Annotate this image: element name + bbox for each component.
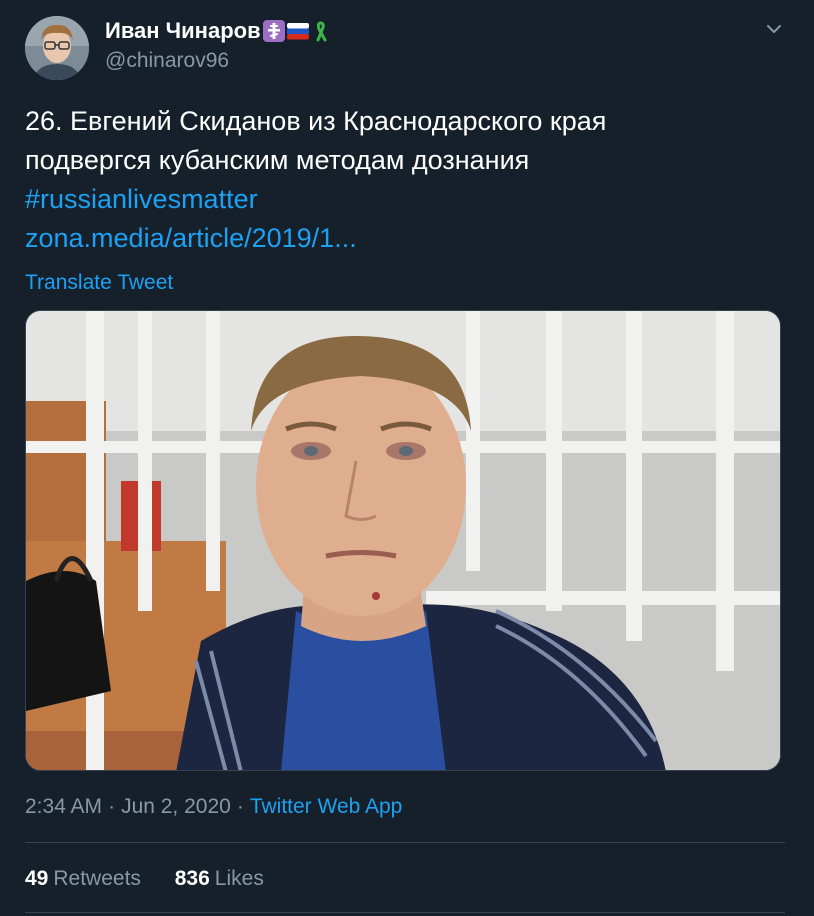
retweets-label: Retweets (53, 867, 141, 890)
tweet-source-link[interactable]: Twitter Web App (250, 795, 403, 818)
tweet-text-line: 26. Евгений Скиданов из Краснодарского к… (25, 106, 607, 136)
retweets-stat[interactable]: 49 Retweets (25, 867, 141, 890)
hashtag-link[interactable]: #russianlivesmatter (25, 180, 785, 219)
likes-count: 836 (174, 867, 210, 890)
author-handle[interactable]: @chinarov96 (105, 46, 333, 76)
tweet-photo[interactable] (25, 310, 781, 771)
divider (25, 842, 785, 843)
article-link[interactable]: zona.media/article/2019/1... (25, 219, 785, 258)
tweet-text-line: подвергся кубанским методам дознания (25, 145, 530, 175)
likes-label: Likes (214, 867, 264, 890)
author-name-row[interactable]: Иван Чинаров (105, 16, 333, 46)
retweets-count: 49 (25, 867, 49, 890)
avatar[interactable] (25, 16, 89, 80)
tweet-text: 26. Евгений Скиданов из Краснодарского к… (25, 102, 785, 258)
tweet-time[interactable]: 2:34 AM (25, 795, 102, 818)
name-badges (262, 20, 333, 42)
meta-separator: · (108, 795, 116, 818)
translate-tweet-link[interactable]: Translate Tweet (25, 268, 173, 298)
russian-flag-icon (286, 23, 309, 40)
orthodox-cross-icon (262, 20, 285, 42)
tweet-date[interactable]: Jun 2, 2020 (121, 795, 231, 818)
tweet-header: Иван Чинаров @chinarov96 (25, 14, 785, 84)
chevron-down-icon[interactable] (763, 18, 785, 40)
likes-stat[interactable]: 836 Likes (175, 867, 264, 890)
divider (25, 912, 785, 913)
author-names: Иван Чинаров @chinarov96 (105, 16, 333, 76)
display-name[interactable]: Иван Чинаров (105, 16, 261, 46)
tweet-meta: 2:34 AM · Jun 2, 2020 · Twitter Web App (25, 790, 402, 824)
meta-separator: · (236, 795, 244, 818)
tweet-stats: 49 Retweets 836 Likes (25, 862, 292, 896)
green-ribbon-icon (316, 21, 327, 42)
